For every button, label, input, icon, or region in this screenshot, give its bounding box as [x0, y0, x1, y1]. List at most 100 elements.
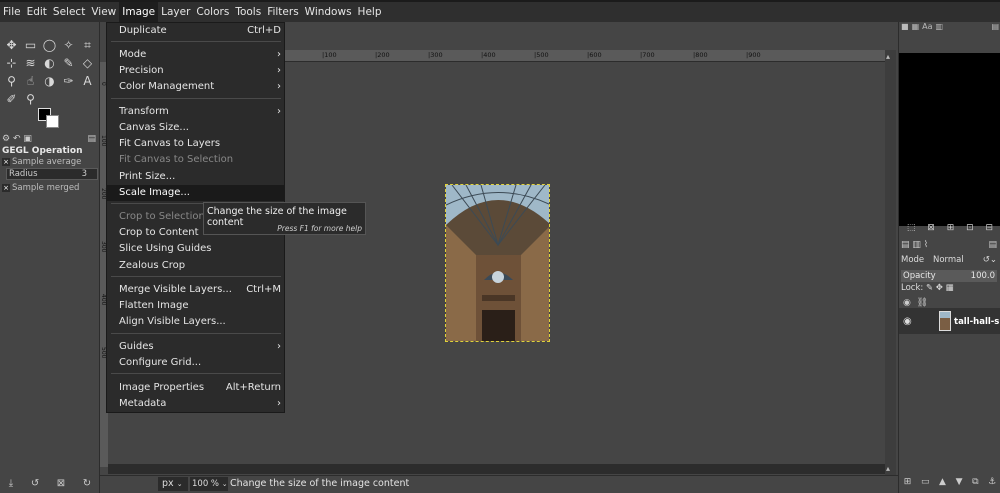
- menu-item-print-size[interactable]: Print Size...: [107, 169, 285, 185]
- fg-bg-colors[interactable]: [38, 108, 62, 132]
- menu-view[interactable]: View: [88, 2, 119, 22]
- menu-item-canvas-size[interactable]: Canvas Size...: [107, 120, 285, 136]
- document-history-icon[interactable]: ▥: [936, 22, 944, 34]
- menu-item-mode[interactable]: Mode ›: [107, 47, 285, 63]
- background-color[interactable]: [46, 115, 59, 128]
- zoom-in-icon[interactable]: ⊞: [947, 223, 955, 233]
- shrink-wrap-icon[interactable]: ⊟: [986, 223, 994, 233]
- opacity-field[interactable]: Opacity 100.0: [901, 270, 997, 282]
- paintbrush-icon[interactable]: ✎: [59, 54, 78, 72]
- new-group-icon[interactable]: ▭: [921, 477, 930, 493]
- delete-icon[interactable]: ⊠: [57, 478, 65, 493]
- menu-item-flatten-image[interactable]: Flatten Image: [107, 298, 285, 314]
- lock-position-icon[interactable]: ✥: [936, 283, 943, 293]
- tab-menu-icon[interactable]: ▤: [87, 134, 96, 144]
- zoom-100-icon[interactable]: ⊡: [966, 223, 974, 233]
- opacity-value[interactable]: 100.0: [971, 270, 995, 282]
- menu-help[interactable]: Help: [355, 2, 385, 22]
- menu-item-duplicate[interactable]: Duplicate Ctrl+D: [107, 23, 285, 39]
- menu-item-slice-using-guides[interactable]: Slice Using Guides: [107, 241, 285, 257]
- tool-options-icon[interactable]: ⚙: [2, 134, 10, 144]
- layer-name[interactable]: tall-hall-small: [954, 317, 1000, 327]
- images-icon[interactable]: ▣: [23, 134, 32, 144]
- save-preset-icon[interactable]: ⤓: [9, 478, 13, 493]
- color-picker-icon[interactable]: ✐: [2, 90, 21, 108]
- channels-tab-icon[interactable]: ▥: [912, 240, 921, 250]
- menu-item-fit-canvas-to-selection[interactable]: Fit Canvas to Selection: [107, 152, 285, 168]
- horizontal-scrollbar[interactable]: [108, 464, 885, 474]
- crop-icon[interactable]: ⌗: [78, 36, 97, 54]
- menu-tools[interactable]: Tools: [232, 2, 264, 22]
- menu-item-configure-grid[interactable]: Configure Grid...: [107, 355, 285, 371]
- tab-menu-icon[interactable]: ▤: [988, 240, 997, 250]
- radius-field[interactable]: Radius 3: [6, 168, 98, 180]
- menu-edit[interactable]: Edit: [24, 2, 50, 22]
- unit-select[interactable]: px ⌄: [158, 477, 188, 491]
- lasso-icon[interactable]: ◯: [40, 36, 59, 54]
- path-icon[interactable]: ✑: [59, 72, 78, 90]
- unified-transform-icon[interactable]: ⊹: [2, 54, 21, 72]
- mode-select[interactable]: Normal: [933, 255, 964, 265]
- mode-reset-icon[interactable]: ↺⌄: [983, 255, 997, 265]
- duplicate-layer-icon[interactable]: ⧉: [972, 477, 978, 493]
- menu-item-color-management[interactable]: Color Management ›: [107, 79, 285, 95]
- fuzzy-select-icon[interactable]: ✧: [59, 36, 78, 54]
- menu-item-zealous-crop[interactable]: Zealous Crop: [107, 258, 285, 274]
- dodge-icon[interactable]: ◑: [40, 72, 59, 90]
- menu-item-fit-canvas-to-layers[interactable]: Fit Canvas to Layers: [107, 136, 285, 152]
- eye-icon[interactable]: ◉: [903, 316, 912, 327]
- menu-item-guides[interactable]: Guides ›: [107, 339, 285, 355]
- rect-select-icon[interactable]: ▭: [21, 36, 40, 54]
- sample-merged-option[interactable]: × Sample merged: [2, 183, 79, 193]
- navigation-preview[interactable]: [899, 53, 1000, 226]
- tab-menu-icon[interactable]: ▤: [991, 22, 1000, 34]
- menu-item-merge-visible-layers[interactable]: Merge Visible Layers... Ctrl+M: [107, 282, 285, 298]
- reset-icon[interactable]: ↻: [83, 478, 91, 493]
- menu-colors[interactable]: Colors: [193, 2, 232, 22]
- lock-pixels-icon[interactable]: ✎: [926, 283, 933, 293]
- undo-history-icon[interactable]: ↶: [13, 134, 21, 144]
- menu-layer[interactable]: Layer: [158, 2, 193, 22]
- text-icon[interactable]: A: [78, 72, 97, 90]
- zoom-select[interactable]: 100 % ⌄: [190, 477, 228, 491]
- move-icon[interactable]: ✥: [2, 36, 21, 54]
- anchor-icon[interactable]: ⚓: [988, 477, 996, 493]
- menu-file[interactable]: File: [0, 2, 24, 22]
- menu-item-scale-image[interactable]: Scale Image...: [107, 185, 285, 201]
- vertical-scrollbar[interactable]: ▴ ▴: [885, 50, 896, 475]
- zoom-out-icon[interactable]: ⊠: [927, 223, 935, 233]
- font-icon[interactable]: Aa: [922, 22, 932, 34]
- new-layer-icon[interactable]: ⊞: [904, 477, 912, 493]
- menu-item-transform[interactable]: Transform ›: [107, 104, 285, 120]
- menu-filters[interactable]: Filters: [264, 2, 301, 22]
- restore-icon[interactable]: ↺: [31, 478, 39, 493]
- eraser-icon[interactable]: ◇: [78, 54, 97, 72]
- zoom-icon[interactable]: ⚲: [21, 90, 40, 108]
- checkbox-icon[interactable]: ×: [2, 158, 10, 166]
- lower-layer-icon[interactable]: ▼: [956, 477, 963, 493]
- menu-select[interactable]: Select: [50, 2, 88, 22]
- pattern-icon[interactable]: ▦: [912, 22, 920, 34]
- brush-icon[interactable]: ■: [901, 22, 909, 34]
- layer-row[interactable]: ◉ tall-hall-small: [899, 308, 1000, 334]
- paths-tab-icon[interactable]: ⌇: [924, 240, 928, 250]
- menu-image[interactable]: Image: [119, 2, 159, 22]
- scroll-down-icon[interactable]: ▴: [886, 464, 890, 473]
- menu-item-metadata[interactable]: Metadata ›: [107, 396, 285, 412]
- menu-item-image-properties[interactable]: Image Properties Alt+Return: [107, 380, 285, 396]
- smudge-icon[interactable]: ☝: [21, 72, 40, 90]
- lock-alpha-icon[interactable]: ▦: [946, 283, 954, 293]
- sample-average-option[interactable]: × Sample average: [2, 157, 81, 167]
- raise-layer-icon[interactable]: ▲: [939, 477, 946, 493]
- image-canvas[interactable]: [445, 184, 550, 342]
- zoom-fit-icon[interactable]: ⬚: [907, 223, 916, 233]
- layers-tab-icon[interactable]: ▤: [901, 240, 910, 250]
- radius-value[interactable]: 3: [82, 169, 87, 179]
- clone-icon[interactable]: ⚲: [2, 72, 21, 90]
- menu-item-precision[interactable]: Precision ›: [107, 63, 285, 79]
- menu-windows[interactable]: Windows: [302, 2, 355, 22]
- warp-icon[interactable]: ≋: [21, 54, 40, 72]
- checkbox-icon[interactable]: ×: [2, 184, 10, 192]
- menu-item-align-visible-layers[interactable]: Align Visible Layers...: [107, 314, 285, 330]
- paint-bucket-icon[interactable]: ◐: [40, 54, 59, 72]
